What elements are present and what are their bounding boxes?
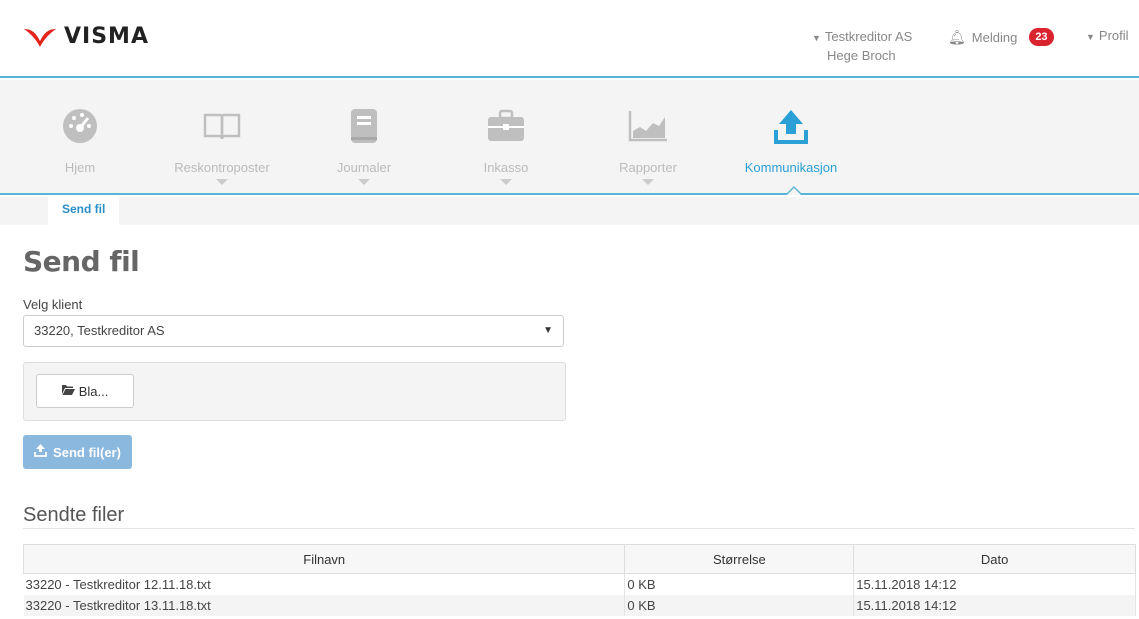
column-header-filnavn[interactable]: Filnavn <box>22 544 626 574</box>
nav-label: Reskontroposter <box>174 160 270 175</box>
chevron-down-icon <box>500 179 512 185</box>
table-row[interactable]: 33220 - Testkreditor 12.11.18.txt 0 KB 1… <box>23 573 1136 595</box>
file-dropzone[interactable]: Bla... <box>23 362 566 421</box>
visma-logo-mark <box>24 28 56 47</box>
cell-filename[interactable]: 33220 - Testkreditor 12.11.18.txt <box>23 573 626 595</box>
caret-down-icon: ▼ <box>1086 32 1095 42</box>
send-files-button[interactable]: Send fil(er) <box>23 435 132 469</box>
client-label: Velg klient <box>23 297 83 312</box>
column-header-storrelse[interactable]: Størrelse <box>624 544 855 574</box>
sent-files-table: Filnavn Størrelse Dato 33220 - Testkredi… <box>22 544 1136 616</box>
main-nav: Hjem Reskontroposter Journaler Inkasso R… <box>0 80 1139 195</box>
notifications-badge: 23 <box>1029 28 1054 46</box>
page-title: Send fil <box>23 245 140 278</box>
nav-item-journaler[interactable]: Journaler <box>299 106 429 185</box>
browse-button-label: Bla... <box>78 383 109 399</box>
cell-date: 15.11.2018 14:12 <box>853 594 1136 616</box>
active-indicator <box>785 186 803 195</box>
dashboard-icon <box>15 106 145 146</box>
nav-label: Rapporter <box>619 160 677 175</box>
company-name: Testkreditor AS <box>824 29 913 44</box>
section-divider <box>23 528 1135 529</box>
nav-label: Inkasso <box>483 160 529 175</box>
profile-menu[interactable]: ▼ Profil <box>1086 28 1129 43</box>
upload-icon <box>726 106 856 146</box>
top-bar: VISMA ▼ Testkreditor AS Hege Broch 🔔︎ Mel… <box>0 14 1139 78</box>
notifications-button[interactable]: 🔔︎ Melding 23 <box>948 28 1054 46</box>
table-row[interactable]: 33220 - Testkreditor 13.11.18.txt 0 KB 1… <box>23 594 1136 616</box>
table-header-row: Filnavn Størrelse Dato <box>22 544 1136 574</box>
caret-down-icon: ▼ <box>812 33 821 43</box>
chart-icon <box>583 106 713 146</box>
nav-label: Kommunikasjon <box>744 160 838 175</box>
visma-logo-text: VISMA <box>64 24 149 49</box>
upload-tray-icon <box>34 444 47 460</box>
column-header-dato[interactable]: Dato <box>853 544 1136 574</box>
notifications-label: Melding <box>971 29 1018 45</box>
client-select[interactable]: 33220, Testkreditor AS ▼ <box>23 315 564 347</box>
briefcase-icon <box>441 106 571 146</box>
chevron-down-icon <box>358 179 370 185</box>
nav-item-rapporter[interactable]: Rapporter <box>583 106 713 185</box>
sub-nav: Send fil <box>0 197 1139 225</box>
profile-label: Profil <box>1098 28 1129 43</box>
nav-item-hjem[interactable]: Hjem <box>15 106 145 175</box>
chevron-down-icon <box>216 179 228 185</box>
book-icon <box>157 106 287 146</box>
visma-logo[interactable]: VISMA <box>22 24 149 49</box>
sent-files-heading: Sendte filer <box>23 504 125 526</box>
nav-item-inkasso[interactable]: Inkasso <box>441 106 571 185</box>
cell-filename[interactable]: 33220 - Testkreditor 13.11.18.txt <box>23 594 626 616</box>
cell-size: 0 KB <box>624 594 855 616</box>
bell-icon: 🔔︎ <box>948 28 966 45</box>
dropdown-arrow-icon: ▼ <box>543 325 553 336</box>
nav-item-kommunikasjon[interactable]: Kommunikasjon <box>726 106 856 175</box>
chevron-down-icon <box>642 179 654 185</box>
user-name: Hege Broch <box>827 48 896 63</box>
client-select-value: 33220, Testkreditor AS <box>34 323 165 338</box>
browse-button[interactable]: Bla... <box>36 374 134 408</box>
nav-item-reskontroposter[interactable]: Reskontroposter <box>157 106 287 185</box>
send-files-label: Send fil(er) <box>53 444 121 460</box>
cell-date: 15.11.2018 14:12 <box>853 573 1136 595</box>
nav-label: Journaler <box>336 160 392 175</box>
journal-icon <box>299 106 429 146</box>
cell-size: 0 KB <box>624 573 855 595</box>
subtab-send-fil[interactable]: Send fil <box>48 197 120 225</box>
folder-open-icon <box>61 384 75 398</box>
nav-label: Hjem <box>64 160 96 175</box>
company-switcher[interactable]: ▼ Testkreditor AS Hege Broch <box>812 28 912 65</box>
